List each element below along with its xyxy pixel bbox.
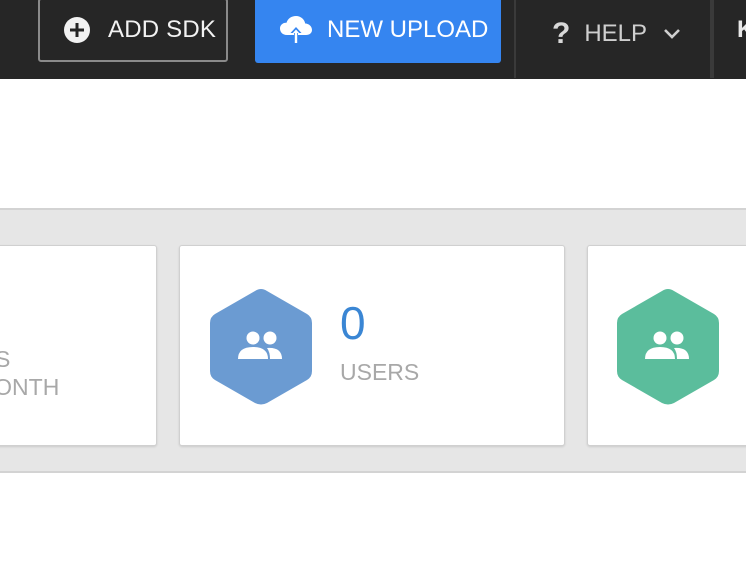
question-icon: ? bbox=[552, 17, 571, 50]
users-icon bbox=[617, 289, 719, 405]
users-icon bbox=[210, 289, 312, 405]
new-upload-button[interactable]: NEW UPLOAD bbox=[255, 0, 501, 63]
stat-card: S MONTH bbox=[0, 245, 157, 446]
toolbar-divider bbox=[514, 0, 516, 78]
help-menu[interactable]: ? HELP bbox=[552, 12, 681, 56]
plus-circle-icon bbox=[64, 17, 90, 43]
users-stat-card: 0 USERS bbox=[179, 245, 565, 446]
stat-label: MONTH bbox=[0, 374, 60, 400]
add-sdk-button[interactable]: ADD SDK bbox=[38, 0, 228, 62]
users-label: USERS bbox=[340, 359, 420, 385]
top-toolbar: ADD SDK NEW UPLOAD ? HELP K bbox=[0, 0, 746, 79]
toolbar-divider bbox=[710, 0, 714, 78]
new-upload-label: NEW UPLOAD bbox=[327, 15, 489, 43]
add-sdk-label: ADD SDK bbox=[108, 16, 217, 43]
help-label: HELP bbox=[584, 20, 648, 47]
chevron-down-icon bbox=[663, 28, 681, 40]
cloud-upload-icon bbox=[279, 15, 313, 45]
account-menu[interactable]: K bbox=[737, 16, 746, 44]
users-count: 0 bbox=[340, 297, 366, 349]
stat-card bbox=[587, 245, 746, 446]
stat-label: S bbox=[0, 346, 11, 372]
